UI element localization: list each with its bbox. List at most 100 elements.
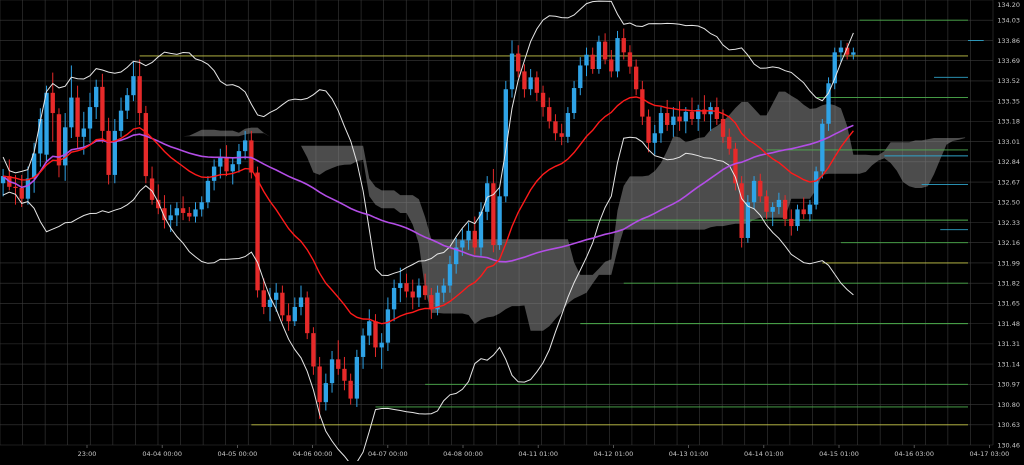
candle-body — [391, 287, 397, 310]
candle-body — [81, 128, 86, 137]
y-tick-label: 132.84 — [997, 158, 1020, 166]
candle-body — [44, 92, 49, 155]
candle-body — [373, 321, 378, 348]
candle-body — [770, 207, 775, 212]
candle-body — [640, 89, 645, 117]
y-tick-label: 133.35 — [997, 97, 1020, 105]
x-tick-label: 04-07 00:00 — [368, 450, 408, 458]
y-tick-label: 131.65 — [997, 300, 1020, 308]
candle-body — [447, 264, 453, 286]
candle-body — [336, 359, 341, 369]
candle-body — [385, 309, 391, 343]
x-tick-label: 04-05 00:00 — [218, 450, 258, 458]
candle-body — [764, 196, 769, 212]
y-tick-label: 133.86 — [997, 37, 1020, 45]
x-tick-label: 04-04 00:00 — [142, 450, 182, 458]
candle-body — [168, 215, 173, 221]
candle-body — [820, 123, 825, 172]
candle-body — [739, 183, 744, 238]
candle-body — [180, 208, 186, 213]
candle-body — [789, 218, 794, 227]
candle-body — [677, 116, 682, 122]
candle-body — [590, 54, 595, 70]
y-tick-label: 131.48 — [997, 320, 1020, 328]
candle-body — [516, 53, 521, 72]
candle-body — [609, 59, 614, 72]
candle-body — [782, 199, 788, 219]
candle-body — [578, 65, 583, 89]
candle-body — [211, 166, 217, 181]
x-tick-label: 04-12 01:00 — [594, 450, 634, 458]
candle-body — [571, 88, 577, 114]
candle-body — [280, 292, 285, 316]
x-tick-label: 23:00 — [78, 450, 97, 458]
candle-body — [429, 295, 434, 310]
y-tick-label: 133.69 — [997, 57, 1020, 65]
x-tick-label: 04-11 01:00 — [518, 450, 558, 458]
candle-body — [441, 285, 446, 293]
candle-body — [683, 111, 688, 122]
candle-body — [727, 136, 732, 149]
x-tick-label: 04-16 03:00 — [894, 450, 934, 458]
y-tick-label: 131.31 — [997, 340, 1020, 348]
x-tick-label: 04-13 01:00 — [669, 450, 709, 458]
candle-body — [466, 230, 471, 241]
candle-body — [776, 199, 782, 208]
candle-body — [230, 164, 235, 172]
y-tick-label: 131.99 — [997, 259, 1020, 267]
candle-body — [286, 315, 291, 322]
candle-body — [671, 116, 676, 125]
candle-body — [360, 335, 366, 357]
candle-body — [131, 76, 136, 96]
candle-body — [193, 209, 198, 217]
y-tick-label: 131.14 — [997, 360, 1020, 368]
candle-body — [565, 113, 571, 137]
candle-body — [745, 202, 751, 238]
candle-body — [137, 76, 142, 114]
y-tick-label: 132.16 — [997, 239, 1020, 247]
candle-body — [751, 180, 757, 203]
candle-body — [125, 95, 130, 111]
candle-body — [187, 212, 192, 217]
candle-body — [795, 209, 800, 227]
candle-body — [292, 306, 297, 322]
candle-body — [249, 140, 254, 173]
candle-body — [255, 172, 260, 291]
candle-body — [522, 71, 527, 90]
y-tick-label: 130.97 — [997, 381, 1020, 389]
candle-body — [472, 230, 477, 248]
candle-body — [379, 342, 384, 348]
candle-body — [25, 178, 31, 199]
x-tick-label: 04-06 00:00 — [293, 450, 333, 458]
candle-body — [664, 113, 670, 125]
y-tick-label: 130.63 — [997, 421, 1020, 429]
candle-body — [143, 113, 149, 177]
candle-body — [112, 130, 117, 175]
candle-body — [205, 180, 211, 203]
candle-body — [758, 180, 763, 197]
candle-body — [627, 52, 633, 67]
candle-body — [714, 107, 719, 119]
candle-body — [658, 113, 664, 134]
chart-canvas: 134.20 134.03 133.86 133.69 133.52 133.35 133.… — [0, 0, 1024, 465]
candle-body — [50, 92, 55, 114]
candle-body — [540, 92, 546, 108]
candle-body — [298, 297, 304, 307]
candle-body — [38, 118, 43, 154]
candle-body — [19, 187, 24, 199]
candle-body — [174, 208, 180, 216]
x-tick-label: 04-15 01:00 — [819, 450, 859, 458]
candle-body — [416, 285, 422, 298]
candle-body — [62, 127, 68, 166]
candle-body — [100, 86, 105, 131]
candle-body — [547, 107, 552, 122]
candle-body — [106, 130, 111, 175]
y-tick-label: 130.80 — [997, 401, 1020, 409]
candle-body — [689, 111, 695, 119]
candle-body — [602, 41, 608, 60]
candle-body — [224, 157, 229, 172]
candle-body — [342, 368, 347, 381]
candle-body — [118, 110, 124, 131]
candle-body — [218, 157, 223, 167]
y-tick-label: 130.46 — [997, 441, 1020, 449]
